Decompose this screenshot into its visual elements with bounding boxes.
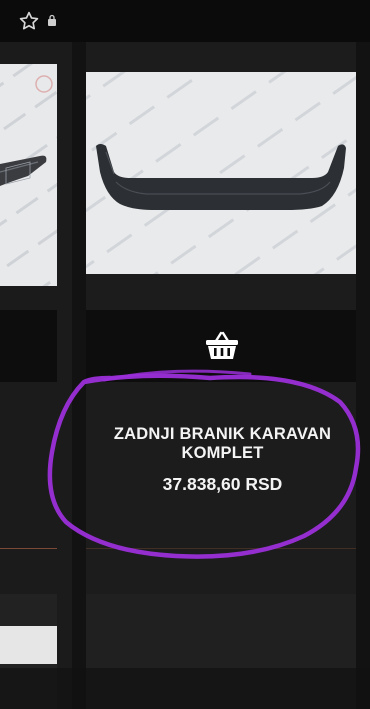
lock-icon [48,14,56,26]
bottom-fade [0,668,370,709]
product-title[interactable]: ZADNJI BRANIK KARAVAN KOMPLET [100,425,345,463]
browser-status-bar [0,0,370,42]
grid-gutter [72,42,86,709]
next-product-thumbnail[interactable] [0,626,57,664]
shopping-basket-icon[interactable] [205,330,239,360]
product-image-left[interactable] [0,64,57,286]
product-price: 37.838,60 RSD [162,474,283,494]
add-to-cart-bar-left[interactable] [0,310,57,382]
star-icon[interactable] [18,10,40,32]
grid-edge [356,42,370,709]
card-divider [86,548,356,549]
card-divider-left [0,548,57,549]
product-image[interactable] [86,72,356,274]
